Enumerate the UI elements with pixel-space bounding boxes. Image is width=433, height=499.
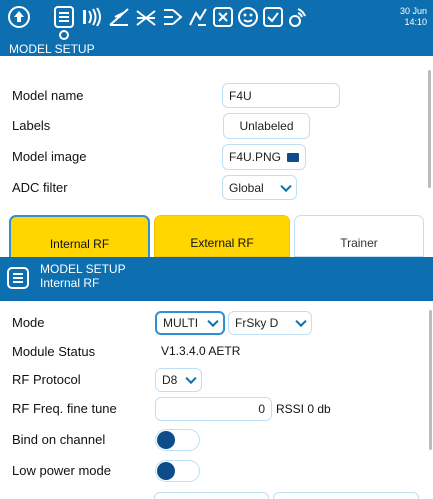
labels-row: Labels Unlabeled: [0, 110, 420, 144]
tab-external-rf[interactable]: External RF: [154, 215, 290, 257]
model-name-label: Model name: [12, 88, 84, 103]
page-title: MODEL SETUP: [0, 42, 433, 56]
fine-tune-label: RF Freq. fine tune: [12, 401, 117, 416]
labels-button[interactable]: Unlabeled: [223, 113, 310, 139]
scrollbar[interactable]: [428, 70, 431, 188]
model-name-field[interactable]: F4U: [222, 83, 340, 108]
chevron-down-icon: [295, 315, 307, 328]
chevron-down-icon: [280, 180, 292, 192]
mixer-icon[interactable]: [134, 5, 158, 29]
model-name-row: Model name F4U: [0, 80, 420, 114]
tab-trainer[interactable]: Trainer: [294, 215, 424, 257]
chevron-down-icon: [185, 372, 197, 385]
next-row-field-left[interactable]: [154, 492, 269, 499]
signal-icon[interactable]: [80, 5, 104, 29]
chevron-down-icon: [207, 315, 219, 328]
curves-icon[interactable]: [107, 5, 131, 29]
low-power-toggle[interactable]: [155, 460, 200, 482]
model-image-value: F4U.PNG: [229, 150, 282, 164]
bind-channel-toggle[interactable]: [155, 429, 200, 451]
clock-date: 30 Jun: [399, 6, 427, 16]
radio-menu-icon[interactable]: [7, 5, 31, 29]
mode-select[interactable]: MULTI: [155, 311, 225, 335]
fine-tune-row: RF Freq. fine tune 0 RSSI 0 db: [0, 393, 420, 427]
toggle-knob: [157, 462, 175, 480]
adc-filter-value: Global: [229, 180, 264, 195]
active-page-indicator: [59, 30, 69, 40]
mode-label: Mode: [12, 315, 45, 330]
folder-icon: [287, 153, 299, 162]
logical-switch-icon[interactable]: [211, 5, 235, 29]
bind-channel-row: Bind on channel: [0, 424, 420, 458]
rf-protocol-select[interactable]: D8: [155, 368, 202, 392]
mode-value: MULTI: [163, 316, 199, 330]
flightmode-icon[interactable]: [186, 5, 210, 29]
module-status-value: V1.3.4.0 AETR: [161, 344, 241, 358]
module-status-label: Module Status: [12, 344, 96, 359]
scrollbar[interactable]: [429, 310, 432, 450]
adc-filter-row: ADC filter Global: [0, 172, 420, 206]
sub-protocol-select[interactable]: FrSky D: [228, 311, 312, 335]
sub-protocol-value: FrSky D: [235, 316, 279, 330]
internal-rf-header: MODEL SETUP Internal RF: [0, 257, 433, 301]
clock: 30 Jun 14:10: [400, 6, 427, 28]
next-row-field-right[interactable]: [273, 492, 419, 499]
rf-protocol-label: RF Protocol: [12, 372, 81, 387]
script-icon[interactable]: [285, 5, 309, 29]
rssi-readout: RSSI 0 db: [276, 402, 331, 416]
sheet-subtitle: Internal RF: [40, 276, 100, 290]
model-image-field[interactable]: F4U.PNG: [222, 144, 306, 170]
adc-filter-label: ADC filter: [12, 180, 68, 195]
fine-tune-input[interactable]: 0: [155, 397, 272, 421]
clock-time: 14:10: [404, 17, 427, 27]
top-toolbar: 30 Jun 14:10: [0, 0, 433, 42]
tab-internal-rf[interactable]: Internal RF: [9, 215, 150, 257]
special-function-icon[interactable]: [236, 5, 260, 29]
rf-protocol-value: D8: [162, 373, 178, 387]
toggle-knob: [157, 431, 175, 449]
adc-filter-select[interactable]: Global: [222, 175, 297, 200]
model-image-label: Model image: [12, 149, 87, 164]
model-menu-icon[interactable]: [7, 267, 29, 289]
sheet-title: MODEL SETUP: [40, 262, 126, 276]
labels-label: Labels: [12, 118, 51, 133]
servo-icon[interactable]: [161, 5, 185, 29]
low-power-label: Low power mode: [12, 463, 111, 478]
model-menu-icon[interactable]: [52, 5, 76, 29]
bind-channel-label: Bind on channel: [12, 432, 106, 447]
checklist-icon[interactable]: [261, 5, 285, 29]
low-power-row: Low power mode: [0, 455, 420, 489]
model-image-row: Model image F4U.PNG: [0, 141, 420, 175]
